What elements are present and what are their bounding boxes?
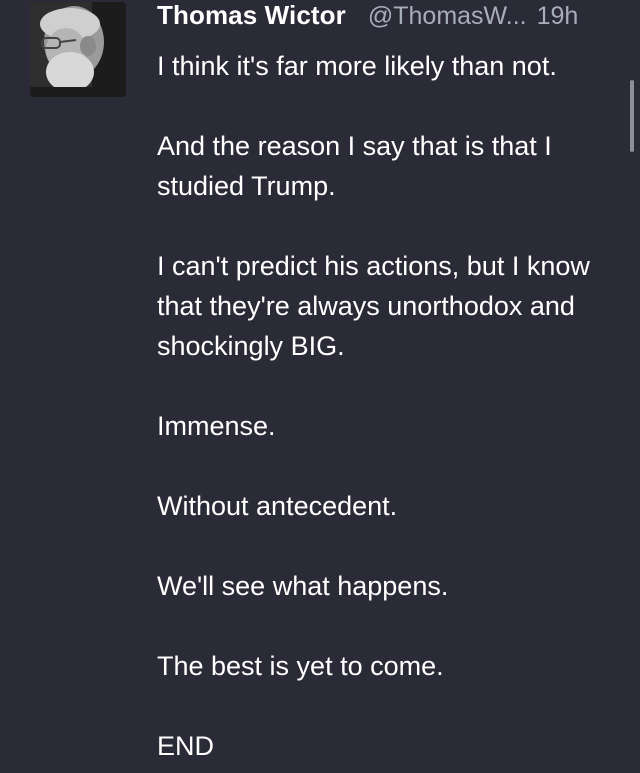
display-name[interactable]: Thomas Wictor	[157, 0, 346, 31]
tweet-item[interactable]: Thomas Wictor @ThomasW... 19h I think it…	[0, 0, 640, 773]
scrollbar[interactable]	[630, 80, 634, 152]
user-handle[interactable]: @ThomasW...	[368, 2, 527, 31]
tweet-paragraph: I can't predict his actions, but I know …	[157, 251, 590, 361]
tweet-paragraph: And the reason I say that is that I stud…	[157, 131, 552, 201]
tweet-paragraph: We'll see what happens.	[157, 571, 449, 601]
tweet-paragraph: Immense.	[157, 411, 276, 441]
tweet-paragraph: END	[157, 731, 215, 761]
avatar[interactable]	[30, 2, 126, 97]
tweet-text: I think it's far more likely than not. A…	[157, 46, 617, 773]
avatar-portrait-icon	[30, 2, 126, 97]
tweet-paragraph: Without antecedent.	[157, 491, 398, 521]
tweet-paragraph: I think it's far more likely than not.	[157, 51, 557, 81]
timestamp: 19h	[536, 2, 579, 30]
tweet-paragraph: The best is yet to come.	[157, 651, 444, 681]
tweet-header: Thomas Wictor @ThomasW... 19h	[157, 0, 578, 32]
